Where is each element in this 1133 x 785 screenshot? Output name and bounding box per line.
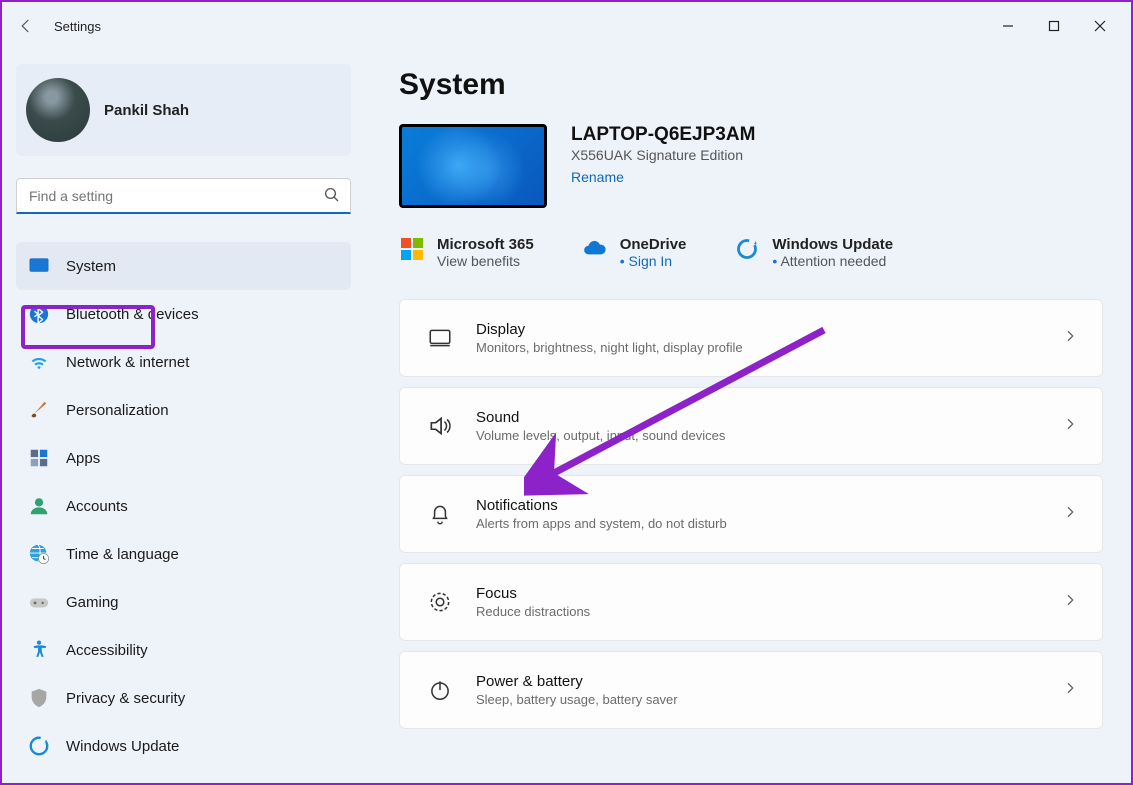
- card-title: Sound: [476, 409, 1062, 426]
- minimize-icon: [1002, 20, 1014, 32]
- sound-icon: [420, 406, 460, 446]
- minimize-button[interactable]: [985, 2, 1031, 50]
- nav-item-label: Gaming: [66, 594, 119, 611]
- chevron-right-icon: [1062, 592, 1078, 613]
- card-title: Power & battery: [476, 673, 1062, 690]
- system-icon: [28, 255, 50, 277]
- chevron-right-icon: [1062, 328, 1078, 349]
- nav-item-label: Privacy & security: [66, 690, 185, 707]
- onedrive-icon: [582, 236, 608, 262]
- settings-cards: Display Monitors, brightness, night ligh…: [399, 299, 1103, 729]
- globe-clock-icon: [28, 543, 50, 565]
- focus-icon: [420, 582, 460, 622]
- display-icon: [420, 318, 460, 358]
- profile-name: Pankil Shah: [104, 102, 189, 119]
- nav-item-personalization[interactable]: Personalization: [16, 386, 351, 434]
- avatar: [26, 78, 90, 142]
- device-model: X556UAK Signature Edition: [571, 147, 755, 163]
- quick-onedrive[interactable]: OneDrive • Sign In: [582, 236, 687, 269]
- quick-windows-update[interactable]: Windows Update • Attention needed: [734, 236, 893, 269]
- person-icon: [28, 495, 50, 517]
- nav-item-time[interactable]: Time & language: [16, 530, 351, 578]
- power-icon: [420, 670, 460, 710]
- rename-link[interactable]: Rename: [571, 169, 755, 185]
- device-name: LAPTOP-Q6EJP3AM: [571, 124, 755, 146]
- close-icon: [1094, 20, 1106, 32]
- card-sub: Monitors, brightness, night light, displ…: [476, 340, 1062, 355]
- chevron-right-icon: [1062, 504, 1078, 525]
- back-arrow-icon: [17, 17, 35, 35]
- bell-icon: [420, 494, 460, 534]
- chevron-right-icon: [1062, 680, 1078, 701]
- nav-item-label: Personalization: [66, 402, 169, 419]
- wifi-icon: [28, 351, 50, 373]
- card-title: Focus: [476, 585, 1062, 602]
- search-input[interactable]: [16, 178, 351, 214]
- nav: System Bluetooth & devices Network & int…: [16, 242, 351, 770]
- card-sub: Alerts from apps and system, do not dist…: [476, 516, 1062, 531]
- nav-item-label: Accounts: [66, 498, 128, 515]
- quick-tiles: Microsoft 365 View benefits OneDrive • S…: [399, 236, 1103, 269]
- update-icon: [28, 735, 50, 757]
- nav-item-accounts[interactable]: Accounts: [16, 482, 351, 530]
- shield-icon: [28, 687, 50, 709]
- nav-item-label: Bluetooth & devices: [66, 306, 199, 323]
- close-button[interactable]: [1077, 2, 1123, 50]
- window-controls: [985, 2, 1123, 50]
- quick-sub: • Sign In: [620, 253, 687, 269]
- nav-item-label: Time & language: [66, 546, 179, 563]
- card-sub: Sleep, battery usage, battery saver: [476, 692, 1062, 707]
- quick-sub: • Attention needed: [772, 253, 893, 269]
- card-power[interactable]: Power & battery Sleep, battery usage, ba…: [399, 651, 1103, 729]
- card-notifications[interactable]: Notifications Alerts from apps and syste…: [399, 475, 1103, 553]
- nav-item-system[interactable]: System: [16, 242, 351, 290]
- apps-icon: [28, 447, 50, 469]
- maximize-icon: [1048, 20, 1060, 32]
- nav-item-privacy[interactable]: Privacy & security: [16, 674, 351, 722]
- card-sub: Volume levels, output, input, sound devi…: [476, 428, 1062, 443]
- card-sub: Reduce distractions: [476, 604, 1062, 619]
- quick-ms365[interactable]: Microsoft 365 View benefits: [399, 236, 534, 269]
- title-bar: Settings: [2, 2, 1131, 50]
- sidebar: Pankil Shah System Bluetooth & devices N…: [2, 50, 367, 783]
- chevron-right-icon: [1062, 416, 1078, 437]
- profile-card[interactable]: Pankil Shah: [16, 64, 351, 156]
- card-title: Display: [476, 321, 1062, 338]
- page-title: System: [399, 68, 1103, 102]
- nav-item-gaming[interactable]: Gaming: [16, 578, 351, 626]
- search-wrap: [16, 178, 351, 214]
- card-sound[interactable]: Sound Volume levels, output, input, soun…: [399, 387, 1103, 465]
- quick-title: Windows Update: [772, 236, 893, 253]
- microsoft-logo-icon: [399, 236, 425, 262]
- card-focus[interactable]: Focus Reduce distractions: [399, 563, 1103, 641]
- device-info: LAPTOP-Q6EJP3AM X556UAK Signature Editio…: [399, 124, 1103, 208]
- nav-item-bluetooth[interactable]: Bluetooth & devices: [16, 290, 351, 338]
- card-display[interactable]: Display Monitors, brightness, night ligh…: [399, 299, 1103, 377]
- nav-item-accessibility[interactable]: Accessibility: [16, 626, 351, 674]
- nav-item-windows-update[interactable]: Windows Update: [16, 722, 351, 770]
- nav-item-label: Windows Update: [66, 738, 179, 755]
- back-button[interactable]: [10, 10, 42, 42]
- nav-item-label: Apps: [66, 450, 100, 467]
- nav-item-network[interactable]: Network & internet: [16, 338, 351, 386]
- brush-icon: [28, 399, 50, 421]
- quick-title: OneDrive: [620, 236, 687, 253]
- card-title: Notifications: [476, 497, 1062, 514]
- update-refresh-icon: [734, 236, 760, 262]
- nav-item-label: Network & internet: [66, 354, 189, 371]
- quick-sub: View benefits: [437, 253, 534, 269]
- bluetooth-icon: [28, 303, 50, 325]
- quick-title: Microsoft 365: [437, 236, 534, 253]
- device-thumbnail: [399, 124, 547, 208]
- nav-item-apps[interactable]: Apps: [16, 434, 351, 482]
- maximize-button[interactable]: [1031, 2, 1077, 50]
- main-content: System LAPTOP-Q6EJP3AM X556UAK Signature…: [367, 50, 1131, 783]
- nav-item-label: Accessibility: [66, 642, 148, 659]
- nav-item-label: System: [66, 258, 116, 275]
- accessibility-icon: [28, 639, 50, 661]
- search-icon: [323, 186, 341, 209]
- gaming-icon: [28, 591, 50, 613]
- window-title: Settings: [54, 19, 101, 34]
